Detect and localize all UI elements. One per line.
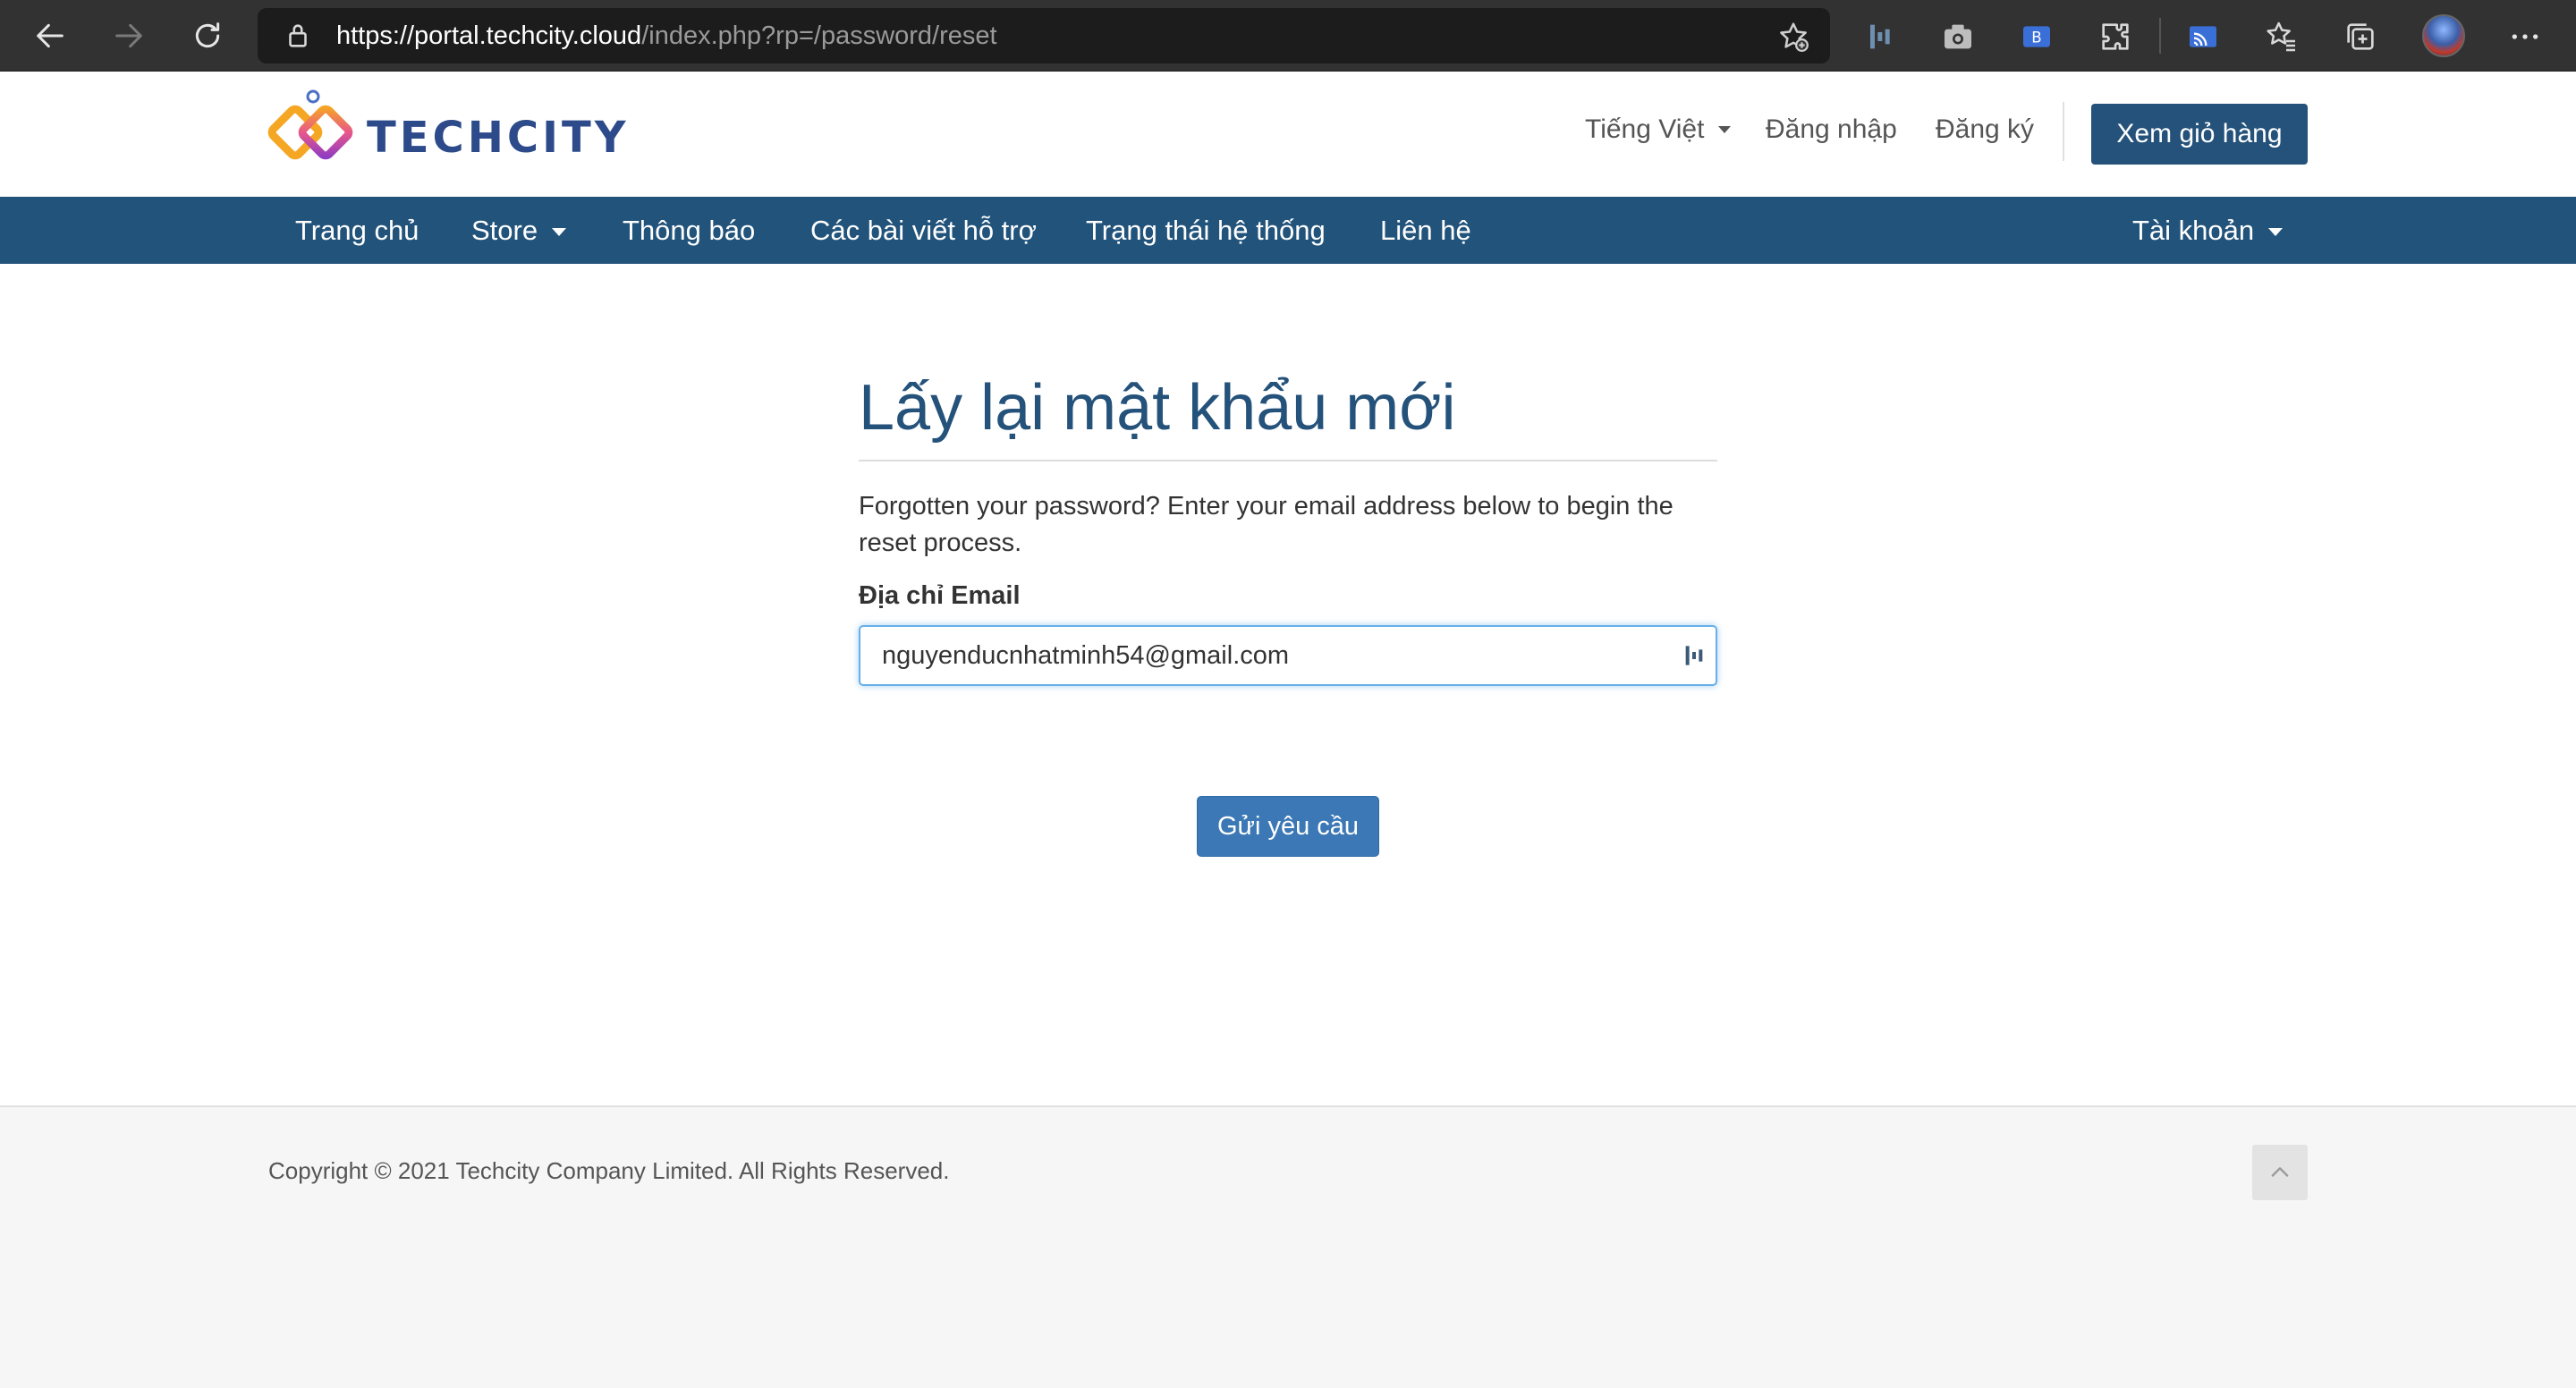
- site-logo[interactable]: TECHCITY: [267, 88, 626, 177]
- caret-down-icon: [552, 228, 567, 237]
- register-link[interactable]: Đăng ký: [1936, 114, 2034, 145]
- view-cart-button[interactable]: Xem giỏ hàng: [2091, 104, 2308, 165]
- toolbar-divider: [2159, 18, 2161, 54]
- caret-down-icon: [2268, 228, 2284, 237]
- extension-translate[interactable]: B: [2016, 16, 2057, 57]
- forward-button[interactable]: [107, 14, 150, 57]
- camera-icon: [1945, 24, 1971, 49]
- bars-extension-icon[interactable]: [1680, 641, 1708, 670]
- nav-item-account[interactable]: Tài khoản: [2132, 197, 2284, 264]
- translate-icon: B: [2023, 26, 2050, 47]
- back-to-top-button[interactable]: [2252, 1145, 2308, 1200]
- reset-description: Forgotten your password? Enter your emai…: [859, 492, 1674, 557]
- chevron-up-icon: [2271, 1167, 2289, 1177]
- nav-item-home[interactable]: Trang chủ: [295, 197, 419, 264]
- extension-camera[interactable]: [1937, 16, 1979, 57]
- nav-label: Thông báo: [623, 215, 756, 246]
- favorites-button[interactable]: [2261, 16, 2302, 57]
- puzzle-icon: [2102, 23, 2129, 50]
- header-divider: [2063, 102, 2064, 161]
- copyright-text: Copyright © 2021 Techcity Company Limite…: [268, 1157, 950, 1184]
- url-path: /index.php?rp=/password/reset: [641, 21, 997, 50]
- bars-extension-icon: [1870, 24, 1890, 49]
- language-selector[interactable]: Tiếng Việt: [1585, 114, 1732, 145]
- page-title: Lấy lại mật khẩu mới: [859, 376, 1717, 461]
- collections-icon: [2347, 23, 2374, 50]
- nav-label: Các bài viết hỗ trợ: [810, 215, 1037, 246]
- email-field[interactable]: [860, 627, 1716, 684]
- cast-icon: [2190, 26, 2216, 47]
- logo-text: TECHCITY: [367, 113, 630, 163]
- reload-button[interactable]: [186, 14, 229, 57]
- favorites-list-icon: [2267, 21, 2295, 52]
- login-link[interactable]: Đăng nhập: [1766, 114, 1897, 145]
- more-dots-icon: [2512, 34, 2538, 39]
- nav-label: Tài khoản: [2132, 215, 2255, 246]
- web-page: TECHCITY Tiếng Việt Đăng nhập Đăng ký Xe…: [0, 72, 2576, 1388]
- svg-text:B: B: [2031, 30, 2041, 47]
- nav-item-store[interactable]: Store: [471, 197, 567, 264]
- techcity-logo-icon: [267, 89, 353, 160]
- email-field-wrapper: [859, 625, 1717, 686]
- address-bar[interactable]: https://portal.techcity.cloud/index.php?…: [258, 8, 1830, 63]
- add-favorite-icon[interactable]: [1776, 20, 1810, 54]
- site-footer: Copyright © 2021 Techcity Company Limite…: [0, 1105, 2576, 1388]
- arrow-right-icon: [115, 23, 142, 48]
- nav-label: Store: [471, 215, 538, 246]
- site-header: TECHCITY Tiếng Việt Đăng nhập Đăng ký Xe…: [0, 72, 2576, 197]
- extensions-button[interactable]: [2095, 16, 2136, 57]
- nav-item-contact[interactable]: Liên hệ: [1380, 197, 1471, 264]
- nav-item-system-status[interactable]: Trạng thái hệ thống: [1086, 197, 1326, 264]
- url-text: https://portal.techcity.cloud/index.php?…: [336, 8, 997, 63]
- nav-label: Liên hệ: [1380, 215, 1471, 246]
- extension-bars[interactable]: [1859, 16, 1900, 57]
- more-menu-button[interactable]: [2504, 16, 2546, 57]
- arrow-left-icon: [37, 23, 64, 48]
- password-reset-panel: Lấy lại mật khẩu mới Forgotten your pass…: [859, 376, 1717, 857]
- cast-button[interactable]: [2182, 16, 2224, 57]
- url-host: https://portal.techcity.cloud: [336, 21, 642, 50]
- reload-icon: [195, 22, 220, 48]
- caret-down-icon: [1718, 126, 1732, 133]
- nav-label: Trạng thái hệ thống: [1086, 215, 1326, 246]
- language-label: Tiếng Việt: [1585, 114, 1705, 144]
- browser-toolbar: https://portal.techcity.cloud/index.php?…: [0, 0, 2576, 72]
- nav-item-announcements[interactable]: Thông báo: [623, 197, 755, 264]
- lock-icon: [289, 24, 307, 47]
- submit-request-button[interactable]: Gửi yêu cầu: [1197, 796, 1379, 857]
- email-label: Địa chỉ Email: [859, 581, 1021, 610]
- profile-avatar[interactable]: [2422, 14, 2465, 57]
- nav-item-knowledgebase[interactable]: Các bài viết hỗ trợ: [810, 197, 1037, 264]
- nav-label: Trang chủ: [295, 215, 419, 246]
- collections-button[interactable]: [2340, 16, 2381, 57]
- main-nav: Trang chủ Store Thông báo Các bài viết h…: [0, 197, 2576, 264]
- back-button[interactable]: [29, 14, 72, 57]
